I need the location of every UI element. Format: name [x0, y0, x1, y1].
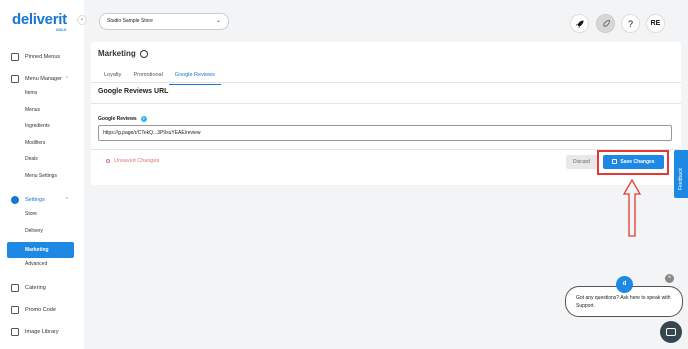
rocket-outline-icon: [602, 19, 610, 27]
sidebar-item-settings[interactable]: Settings ⌃: [7, 193, 74, 207]
pin-icon: [11, 53, 19, 61]
chat-icon: [666, 328, 676, 336]
unsaved-text: Unsaved Changes: [114, 158, 160, 164]
sidebar-subitem-store[interactable]: Store: [25, 209, 37, 219]
sidebar-item-label: Pinned Menus: [25, 54, 61, 60]
field-label-text: Google Reviews: [98, 116, 137, 122]
google-reviews-url-input[interactable]: [98, 125, 672, 141]
chat-avatar: d: [616, 276, 633, 293]
sidebar-item-promo-code[interactable]: Promo Code: [7, 303, 74, 317]
sidebar-subitem-menu-settings[interactable]: Menu Settings: [25, 171, 57, 181]
sidebar-subitem-modifiers[interactable]: Modifiers: [25, 138, 45, 148]
sidebar-item-menu-manager[interactable]: Menu Manager ⌃: [7, 72, 74, 86]
feedback-label: Feedback: [678, 168, 684, 190]
sidebar-subitem-menus[interactable]: Menus: [25, 105, 40, 115]
image-icon: [11, 328, 19, 336]
feedback-tab[interactable]: Feedback: [674, 150, 688, 198]
chevron-up-icon: ⌃: [64, 197, 69, 203]
google-reviews-label: Google Reviews ?: [98, 116, 147, 122]
section-title: Google Reviews URL: [98, 88, 169, 95]
sidebar-subitem-advanced[interactable]: Advanced: [25, 259, 47, 269]
rocket-button[interactable]: [570, 14, 589, 33]
help-button[interactable]: ?: [621, 14, 640, 33]
sidebar-item-pinned-menus[interactable]: Pinned Menus: [7, 50, 74, 64]
sidebar-subitem-delivery[interactable]: Delivery: [25, 226, 43, 236]
catering-icon: [11, 284, 19, 292]
store-select[interactable]: Studio Sample Store ⌄: [99, 13, 229, 30]
chevron-up-icon: ⌃: [64, 76, 69, 82]
gear-icon: [11, 196, 19, 204]
sidebar-subitem-ingredients[interactable]: Ingredients: [25, 121, 50, 131]
close-icon[interactable]: ×: [665, 274, 674, 283]
tabs-divider: [91, 82, 681, 83]
sidebar-subitem-marketing[interactable]: Marketing: [7, 242, 74, 258]
question-icon: ?: [627, 18, 633, 29]
sidebar-subitem-items[interactable]: Items: [25, 88, 37, 98]
sidebar-item-catering[interactable]: Catering: [7, 281, 74, 295]
sidebar-item-label: Menu Manager: [25, 76, 62, 82]
brand-sub: GOLO: [56, 28, 67, 32]
collapse-sidebar-button[interactable]: ‹: [77, 15, 87, 25]
menu-icon: [11, 75, 19, 83]
sidebar: deliverit GOLO Pinned Menus Menu Manager…: [0, 0, 84, 349]
sidebar-item-label: Image Library: [25, 329, 59, 335]
page-title: Marketing: [98, 49, 148, 58]
chevron-down-icon: ⌄: [215, 18, 221, 24]
footer-divider: [91, 149, 681, 150]
info-icon[interactable]: ?: [140, 116, 147, 122]
sidebar-item-label: Catering: [25, 285, 46, 291]
sidebar-subitem-deals[interactable]: Deals: [25, 154, 38, 164]
page-title-text: Marketing: [98, 49, 136, 58]
unsaved-changes-indicator: Unsaved Changes: [106, 158, 159, 164]
annotation-highlight-box: [597, 150, 669, 175]
store-select-value: Studio Sample Store: [107, 18, 153, 24]
section-divider: [91, 103, 681, 104]
sidebar-item-label: Promo Code: [25, 307, 56, 313]
sidebar-item-image-library[interactable]: Image Library: [7, 325, 74, 339]
rocket-icon: [575, 20, 583, 28]
sidebar-item-label: Settings: [25, 197, 45, 203]
launch-button[interactable]: [596, 14, 615, 33]
user-avatar[interactable]: RE: [646, 14, 665, 33]
brand-name: deliverit: [12, 11, 67, 28]
ticket-icon: [11, 306, 19, 314]
discard-button[interactable]: Discard: [566, 155, 597, 169]
chat-launcher-button[interactable]: [660, 321, 682, 343]
brand-logo[interactable]: deliverit GOLO: [12, 11, 67, 32]
warning-dot-icon: [106, 159, 110, 163]
annotation-arrow-icon: [622, 178, 642, 237]
bookmark-icon[interactable]: [139, 49, 148, 58]
